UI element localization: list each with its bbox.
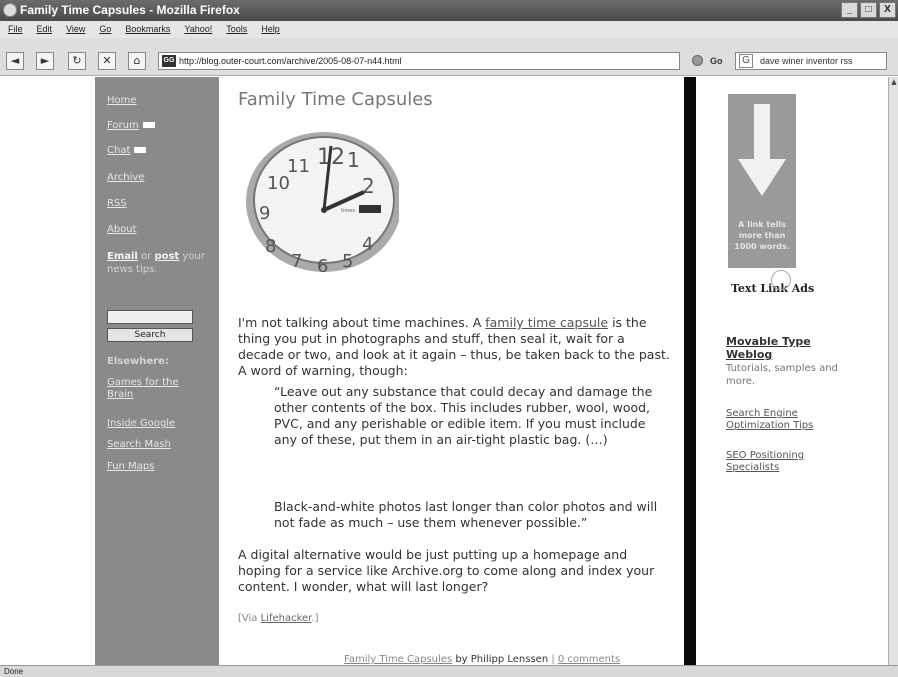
post-author: by Philipp Lenssen [452, 654, 549, 665]
reload-icon[interactable]: ↻ [68, 52, 86, 70]
elsewhere-link-inside-google[interactable]: Inside Google [107, 418, 175, 429]
menu-edit[interactable]: Edit [37, 21, 53, 38]
window-title: Family Time Capsules - Mozilla Firefox [20, 3, 240, 17]
text-link-ads-logo[interactable]: Text Link Ads [731, 270, 814, 295]
menu-tools[interactable]: Tools [226, 21, 247, 38]
elsewhere-link-search-mash[interactable]: Search Mash [107, 439, 171, 450]
nav-forum-label: Forum [107, 120, 139, 131]
clock-number-1: 1 [347, 148, 360, 172]
clock-number-6: 6 [317, 256, 328, 272]
post-link[interactable]: post [154, 251, 179, 262]
clock-number-8: 8 [265, 236, 276, 257]
vertical-scrollbar[interactable]: ▲ [888, 77, 898, 665]
via-suffix: .] [311, 613, 319, 624]
nav-about-link[interactable]: About [107, 224, 137, 235]
search-input[interactable]: G dave winer inventor rss [735, 52, 887, 70]
email-tips-text: Email or post your news tips. [107, 250, 207, 276]
movable-type-link[interactable]: Movable Type Weblog [726, 335, 856, 361]
status-bar: Done [0, 665, 898, 677]
post-footer: Family Time Capsules by Philipp Lenssen … [344, 654, 674, 665]
site-search-input[interactable] [107, 310, 193, 324]
clock-number-9: 9 [259, 203, 270, 224]
nav-forum-link[interactable]: Forum [107, 120, 155, 131]
forward-icon[interactable]: ► [36, 52, 54, 70]
go-icon[interactable] [692, 55, 703, 66]
search-value: dave winer inventor rss [760, 56, 853, 66]
seo-tips-link[interactable]: Search Engine Optimization Tips [726, 408, 851, 432]
swirl-icon [771, 270, 791, 290]
column-divider [684, 77, 696, 665]
clock-number-4: 4 [362, 234, 373, 255]
back-icon[interactable]: ◄ [6, 52, 24, 70]
movable-type-description: Tutorials, samples and more. [726, 363, 838, 387]
stop-icon[interactable]: ✕ [98, 52, 116, 70]
ad-text: A link tells more than 1000 words. [734, 220, 790, 251]
firefox-icon [3, 3, 17, 17]
post-paragraph-1: I'm not talking about time machines. A f… [238, 315, 670, 379]
site-search-button[interactable]: Search [107, 328, 193, 342]
nav-rss-link[interactable]: RSS [107, 198, 127, 209]
email-link[interactable]: Email [107, 251, 138, 262]
via-prefix: [Via [238, 613, 261, 624]
main-column: Family Time Capsules 12 1 2 4 5 6 7 8 9 … [219, 77, 684, 665]
menu-go[interactable]: Go [99, 21, 111, 38]
elsewhere-link-games[interactable]: Games for the Brain [107, 377, 207, 401]
url-text: http://blog.outer-court.com/archive/2005… [179, 56, 402, 66]
flag-icon [142, 122, 155, 128]
post-title: Family Time Capsules [238, 89, 433, 110]
post-paragraph-3: A digital alternative would be just putt… [238, 547, 655, 594]
nav-chat-label: Chat [107, 145, 131, 156]
clock-number-7: 7 [291, 251, 302, 272]
close-button[interactable]: X [879, 2, 896, 18]
seo-specialists-link[interactable]: SEO Positioning Specialists [726, 450, 851, 474]
down-arrow-icon [738, 104, 786, 196]
clock-number-11: 11 [287, 156, 310, 177]
url-bar[interactable]: GG http://blog.outer-court.com/archive/2… [158, 52, 680, 70]
window-titlebar: Family Time Capsules - Mozilla Firefox _… [0, 0, 898, 21]
elsewhere-heading: Elsewhere: [107, 356, 169, 367]
clock-image: 12 1 2 4 5 6 7 8 9 10 11 timex [246, 132, 399, 272]
menu-file[interactable]: File [8, 21, 23, 38]
menu-bookmarks[interactable]: Bookmarks [125, 21, 170, 38]
menu-help[interactable]: Help [261, 21, 280, 38]
link-ad-banner[interactable]: A link tells more than 1000 words. [728, 94, 796, 268]
clock-number-5: 5 [342, 251, 353, 272]
lifehacker-link[interactable]: Lifehacker [261, 613, 312, 624]
maximize-button[interactable]: □ [860, 2, 877, 18]
clock-brand: timex [341, 208, 355, 214]
favicon-icon: GG [162, 55, 176, 67]
page-content: Home Forum Chat Archive RSS About Email … [0, 77, 888, 665]
go-button[interactable]: Go [710, 52, 723, 70]
comments-link[interactable]: 0 comments [558, 654, 620, 665]
left-navigation: Home Forum Chat Archive RSS About Email … [95, 77, 219, 665]
nav-home-link[interactable]: Home [107, 95, 137, 106]
clock-number-2: 2 [362, 174, 375, 198]
minimize-button[interactable]: _ [841, 2, 858, 18]
scroll-up-icon[interactable]: ▲ [890, 77, 898, 87]
permalink[interactable]: Family Time Capsules [344, 654, 452, 665]
family-time-capsule-link[interactable]: family time capsule [485, 315, 608, 330]
navigation-toolbar: ◄ ► ↻ ✕ ⌂ GG http://blog.outer-court.com… [0, 38, 898, 76]
p1-text-a: I'm not talking about time machines. A [238, 315, 486, 330]
elsewhere-link-fun-maps[interactable]: Fun Maps [107, 461, 154, 472]
right-sidebar: A link tells more than 1000 words. Text … [696, 77, 888, 665]
flag-icon [134, 147, 147, 153]
menu-bar: File Edit View Go Bookmarks Yahoo! Tools… [0, 21, 898, 38]
google-icon[interactable]: G [739, 54, 753, 68]
via-note: [Via Lifehacker.] [238, 613, 318, 624]
menu-view[interactable]: View [66, 21, 85, 38]
nav-chat-link[interactable]: Chat [107, 145, 147, 156]
or-text: or [137, 251, 155, 262]
footer-separator: | [548, 654, 558, 665]
clock-date-window [359, 205, 381, 213]
nav-archive-link[interactable]: Archive [107, 172, 144, 183]
home-icon[interactable]: ⌂ [128, 52, 146, 70]
menu-yahoo[interactable]: Yahoo! [184, 21, 212, 38]
quote-paragraph-1: “Leave out any substance that could deca… [274, 384, 653, 447]
quote-paragraph-2: Black-and-white photos last longer than … [274, 499, 658, 530]
